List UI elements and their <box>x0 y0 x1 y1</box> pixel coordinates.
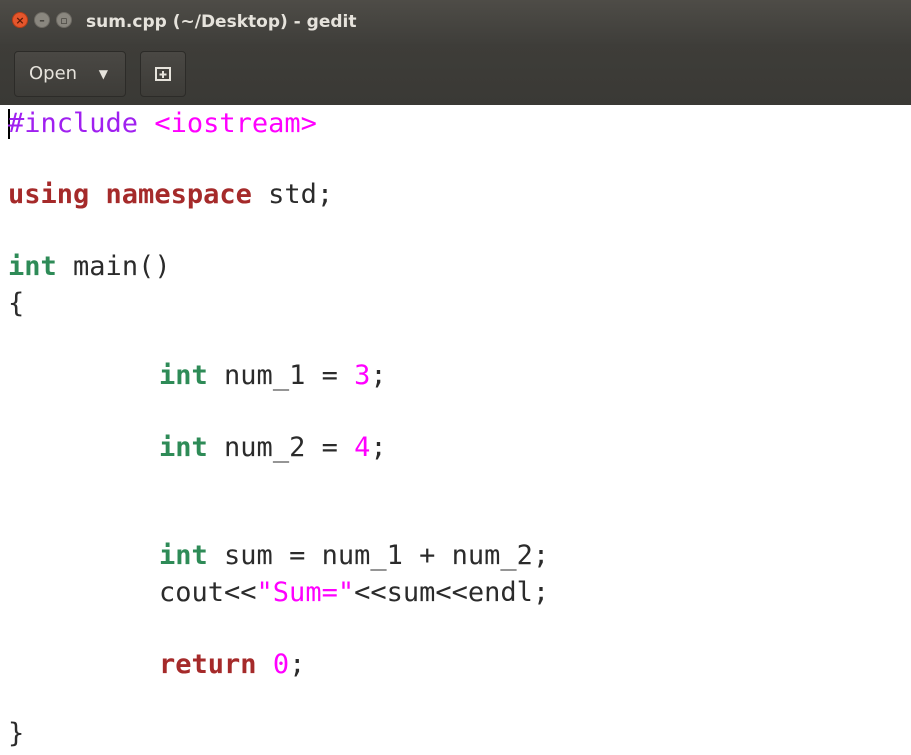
cout-prefix: cout<< <box>159 577 257 608</box>
sum-expression: sum = num_1 + num_2; <box>224 540 550 571</box>
semicolon: ; <box>370 360 387 391</box>
keyword-using: using <box>8 179 90 210</box>
number-literal: 4 <box>354 432 371 463</box>
keyword-return: return <box>159 649 257 680</box>
code-line-8: cout<<"Sum="<<sum<<endl; <box>159 575 549 611</box>
cout-suffix: <<sum<<endl; <box>354 577 550 608</box>
new-tab-icon <box>155 67 171 81</box>
minimize-icon[interactable]: – <box>34 12 50 28</box>
close-brace: } <box>8 718 25 749</box>
open-brace: { <box>8 288 25 319</box>
main-signature: main() <box>73 251 171 282</box>
assignment: num_2 = <box>224 432 355 463</box>
code-line-6: int num_2 = 4; <box>159 430 387 466</box>
semicolon: ; <box>370 432 387 463</box>
code-line-10: } <box>8 716 24 752</box>
code-line-1: #include <iostream> <box>8 106 317 142</box>
include-directive: #include <box>8 108 139 139</box>
new-tab-button[interactable] <box>140 51 186 97</box>
include-header: <iostream> <box>154 108 317 139</box>
assignment: num_1 = <box>224 360 355 391</box>
toolbar: Open ▼ <box>0 44 911 106</box>
chevron-down-icon: ▼ <box>98 67 108 81</box>
string-literal: "Sum=" <box>256 577 355 608</box>
code-line-3: int main() <box>8 249 171 285</box>
namespace-name: std; <box>268 179 334 210</box>
code-line-4: { <box>8 286 24 322</box>
semicolon: ; <box>289 649 306 680</box>
code-line-2: using namespace std; <box>8 177 333 213</box>
close-icon[interactable]: × <box>12 12 28 28</box>
code-line-7: int sum = num_1 + num_2; <box>159 538 549 574</box>
type-int: int <box>8 251 57 282</box>
type-int: int <box>159 432 208 463</box>
number-literal: 0 <box>272 649 290 680</box>
type-int: int <box>159 540 208 571</box>
window-title: sum.cpp (~/Desktop) - gedit <box>86 12 357 32</box>
open-button[interactable]: Open ▼ <box>14 51 126 97</box>
type-int: int <box>159 360 208 391</box>
keyword-namespace: namespace <box>105 179 252 210</box>
number-literal: 3 <box>354 360 371 391</box>
title-bar: × – ▫ sum.cpp (~/Desktop) - gedit <box>0 0 911 44</box>
code-line-9: return 0; <box>159 647 305 683</box>
open-button-label: Open <box>29 63 78 84</box>
maximize-icon[interactable]: ▫ <box>56 12 72 28</box>
code-line-5: int num_1 = 3; <box>159 358 387 394</box>
